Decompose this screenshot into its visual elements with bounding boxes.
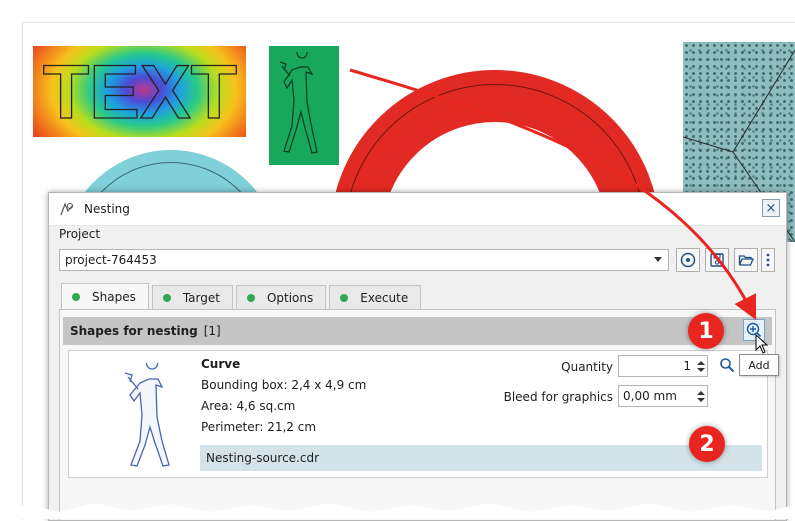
close-icon[interactable]: × bbox=[762, 199, 780, 217]
shape-count: [1] bbox=[203, 324, 221, 338]
callout-badge-1: 1 bbox=[688, 313, 724, 349]
perimeter-text: Perimeter: 21,2 cm bbox=[201, 420, 317, 434]
tab-options[interactable]: Options bbox=[235, 285, 327, 309]
status-dot bbox=[340, 293, 349, 302]
cursor-icon bbox=[755, 334, 769, 354]
open-button[interactable] bbox=[734, 248, 758, 272]
stepper-arrows[interactable] bbox=[695, 386, 707, 406]
area-text: Area: 4,6 sq.cm bbox=[201, 399, 296, 413]
lumberjack-figure-green bbox=[279, 52, 318, 154]
project-label: Project bbox=[59, 227, 101, 241]
status-dot bbox=[162, 293, 171, 302]
callout-badge-2: 2 bbox=[689, 426, 725, 462]
status-dot bbox=[246, 293, 255, 302]
quantity-stepper[interactable]: 1 bbox=[618, 355, 708, 377]
help-circle-icon bbox=[680, 252, 696, 268]
bleed-value: 0,00 mm bbox=[623, 389, 677, 403]
section-title: Shapes for nesting bbox=[70, 324, 198, 338]
save-icon bbox=[710, 253, 724, 267]
source-file-bar: Nesting-source.cdr bbox=[200, 445, 762, 471]
more-vertical-icon bbox=[766, 253, 770, 267]
shape-name: Curve bbox=[201, 357, 241, 371]
project-value: project-764453 bbox=[65, 253, 157, 267]
shapes-section-header: Shapes for nesting [1] bbox=[63, 317, 772, 345]
dialog-titlebar: Nesting bbox=[49, 193, 786, 226]
text-art-label: TEXT bbox=[43, 50, 237, 132]
save-button[interactable] bbox=[705, 248, 729, 272]
tab-execute[interactable]: Execute bbox=[329, 285, 422, 309]
tab-shapes[interactable]: Shapes bbox=[61, 283, 149, 309]
quantity-value: 1 bbox=[683, 359, 691, 373]
magnifier-icon bbox=[720, 358, 735, 373]
add-tooltip: Add bbox=[739, 354, 779, 376]
tab-label: Options bbox=[266, 290, 314, 305]
nesting-dialog: Nesting × Project project-764453 Shapes bbox=[48, 192, 787, 521]
find-button[interactable] bbox=[717, 355, 737, 375]
more-options-button[interactable] bbox=[761, 248, 775, 272]
folder-open-icon bbox=[738, 255, 754, 266]
bounding-box-text: Bounding box: 2,4 x 4,9 cm bbox=[201, 378, 367, 392]
tab-bar: Shapes Target Options Execute bbox=[61, 283, 422, 309]
tab-target[interactable]: Target bbox=[151, 285, 233, 309]
tab-label: Target bbox=[182, 290, 220, 305]
stepper-arrows[interactable] bbox=[695, 356, 707, 376]
bleed-label: Bleed for graphics bbox=[503, 390, 613, 404]
project-dropdown[interactable]: project-764453 bbox=[59, 249, 669, 271]
nesting-icon bbox=[60, 202, 74, 216]
quantity-label: Quantity bbox=[561, 360, 613, 374]
help-button[interactable] bbox=[676, 248, 700, 272]
dialog-title: Nesting bbox=[84, 202, 130, 216]
status-dot bbox=[72, 292, 80, 301]
tab-label: Shapes bbox=[92, 289, 136, 304]
tab-label: Execute bbox=[360, 290, 409, 305]
shape-thumbnail bbox=[124, 363, 170, 467]
source-file-name: Nesting-source.cdr bbox=[206, 451, 320, 465]
text-art: TEXT bbox=[42, 50, 238, 132]
chevron-down-icon bbox=[654, 257, 662, 262]
bleed-stepper[interactable]: 0,00 mm bbox=[618, 385, 708, 407]
